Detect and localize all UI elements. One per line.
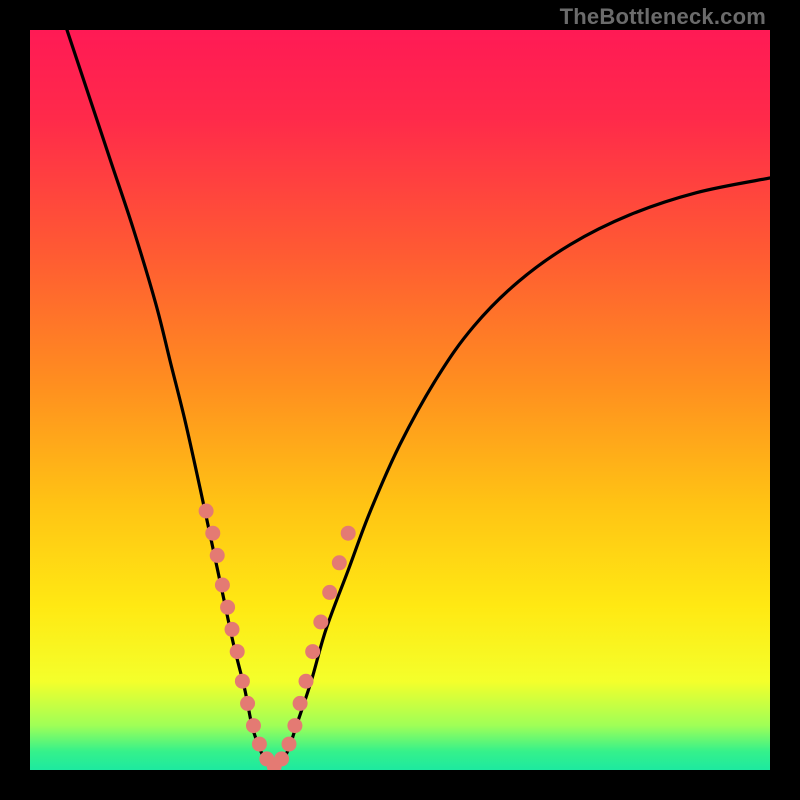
chart-frame: TheBottleneck.com	[0, 0, 800, 800]
watermark-text: TheBottleneck.com	[560, 4, 766, 30]
plot-area	[30, 30, 770, 770]
background-gradient	[30, 30, 770, 770]
